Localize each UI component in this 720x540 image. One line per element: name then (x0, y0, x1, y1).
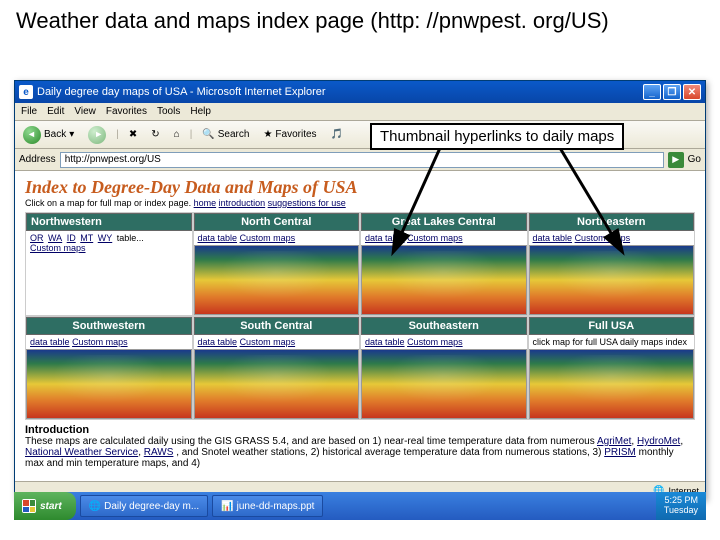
thumbnail-map[interactable] (194, 245, 360, 315)
ie-icon: e (19, 85, 33, 99)
media-button[interactable]: 🎵 (327, 127, 347, 142)
back-label: Back (44, 129, 66, 140)
menu-edit[interactable]: Edit (47, 106, 64, 117)
link-agrimet[interactable]: AgriMet (597, 436, 631, 447)
link-wa[interactable]: WA (48, 233, 62, 243)
region-southeastern: Southeastern data table Custom maps (360, 316, 528, 420)
menu-help[interactable]: Help (190, 106, 211, 117)
maximize-button[interactable]: ❐ (663, 84, 681, 100)
callout-arrow-2 (560, 148, 640, 273)
taskbar-item-browser[interactable]: 🌐 Daily degree-day m... (80, 495, 209, 517)
link-or[interactable]: OR (30, 233, 44, 243)
link-hydromet[interactable]: HydroMet (637, 436, 680, 447)
callout-arrow-1 (390, 148, 450, 273)
taskbar-label: june-dd-maps.ppt (237, 501, 315, 512)
start-label: start (40, 501, 62, 512)
subtitle-text: Click on a map for full map or index pag… (25, 198, 194, 208)
toolbar-sep: | (116, 129, 119, 140)
taskbar-label: Daily degree-day m... (104, 501, 199, 512)
intro-text-1: These maps are calculated daily using th… (25, 436, 597, 447)
link-wy[interactable]: WY (98, 233, 113, 243)
region-south-central: South Central data table Custom maps (193, 316, 361, 420)
link-data-table[interactable]: data table (365, 337, 405, 347)
toolbar-sep2: | (190, 129, 193, 140)
link-custom-maps[interactable]: Custom maps (240, 337, 296, 347)
slide-title: Weather data and maps index page (http: … (0, 0, 720, 42)
region-southwestern: Southwestern data table Custom maps (25, 316, 193, 420)
refresh-button[interactable]: ↻ (147, 127, 163, 142)
thumbnail-map[interactable] (529, 349, 695, 419)
go-button[interactable]: ▶ (668, 152, 684, 168)
link-mt[interactable]: MT (80, 233, 93, 243)
back-button[interactable]: Back ▾ (19, 124, 78, 146)
search-button[interactable]: 🔍 Search (198, 127, 253, 142)
link-prism[interactable]: PRISM (604, 447, 636, 458)
start-button[interactable]: start (14, 492, 76, 520)
ppt-icon: 📊 (221, 501, 233, 512)
back-icon (23, 126, 41, 144)
thumbnail-map[interactable] (361, 349, 527, 419)
region-header: Northwestern (26, 213, 192, 231)
titlebar: e Daily degree day maps of USA - Microso… (15, 81, 705, 103)
clock-day: Tuesday (664, 506, 698, 516)
menubar: File Edit View Favorites Tools Help (15, 103, 705, 121)
forward-button[interactable] (84, 124, 110, 146)
intro-text-2: , and Snotel weather stations, 2) histor… (176, 447, 604, 458)
full-usa-text: click map for full USA daily maps index (533, 337, 688, 347)
intro-heading: Introduction (25, 424, 89, 436)
region-north-central: North Central data table Custom maps (193, 212, 361, 316)
forward-icon (88, 126, 106, 144)
link-suggestions[interactable]: suggestions for use (268, 198, 346, 208)
link-nws[interactable]: National Weather Service (25, 447, 138, 458)
nw-tail: table... (117, 233, 144, 243)
link-data-table[interactable]: data table (198, 337, 238, 347)
region-header: South Central (194, 317, 360, 335)
introduction: Introduction These maps are calculated d… (15, 420, 705, 473)
taskbar-item-ppt[interactable]: 📊 june-dd-maps.ppt (212, 495, 323, 517)
region-header: Southwestern (26, 317, 192, 335)
menu-file[interactable]: File (21, 106, 37, 117)
taskbar: start 🌐 Daily degree-day m... 📊 june-dd-… (14, 492, 706, 520)
link-data-table[interactable]: data table (30, 337, 70, 347)
favorites-label: Favorites (275, 129, 316, 140)
favorites-button[interactable]: ★ Favorites (259, 127, 320, 142)
windows-logo-icon (22, 499, 36, 513)
link-custom-maps[interactable]: Custom maps (72, 337, 128, 347)
link-raws[interactable]: RAWS (144, 447, 174, 458)
link-custom-maps[interactable]: Custom maps (240, 233, 296, 243)
menu-favorites[interactable]: Favorites (106, 106, 147, 117)
home-button[interactable]: ⌂ (170, 127, 184, 142)
link-custom-maps[interactable]: Custom maps (30, 243, 86, 253)
system-tray[interactable]: 5:25 PM Tuesday (656, 492, 706, 520)
region-header: Full USA (529, 317, 695, 335)
region-header: North Central (194, 213, 360, 231)
link-intro[interactable]: introduction (219, 198, 266, 208)
menu-tools[interactable]: Tools (157, 106, 180, 117)
search-label: Search (218, 129, 250, 140)
region-header: Southeastern (361, 317, 527, 335)
link-home[interactable]: home (194, 198, 217, 208)
stop-button[interactable]: ✖ (125, 127, 141, 142)
minimize-button[interactable]: _ (643, 84, 661, 100)
callout-label: Thumbnail hyperlinks to daily maps (370, 123, 624, 150)
address-label: Address (19, 154, 56, 165)
link-custom-maps[interactable]: Custom maps (407, 337, 463, 347)
ie-icon: 🌐 (89, 501, 101, 512)
thumbnail-map[interactable] (26, 349, 192, 419)
link-id[interactable]: ID (67, 233, 76, 243)
link-data-table[interactable]: data table (198, 233, 238, 243)
window-title: Daily degree day maps of USA - Microsoft… (37, 86, 326, 98)
region-full-usa: Full USA click map for full USA daily ma… (528, 316, 696, 420)
menu-view[interactable]: View (74, 106, 96, 117)
thumbnail-map[interactable] (194, 349, 360, 419)
nw-state-links: OR WA ID MT WY table... Custom maps (26, 231, 192, 255)
region-northwestern: Northwestern OR WA ID MT WY table... Cus… (25, 212, 193, 316)
close-button[interactable]: ✕ (683, 84, 701, 100)
go-label: Go (688, 154, 701, 165)
